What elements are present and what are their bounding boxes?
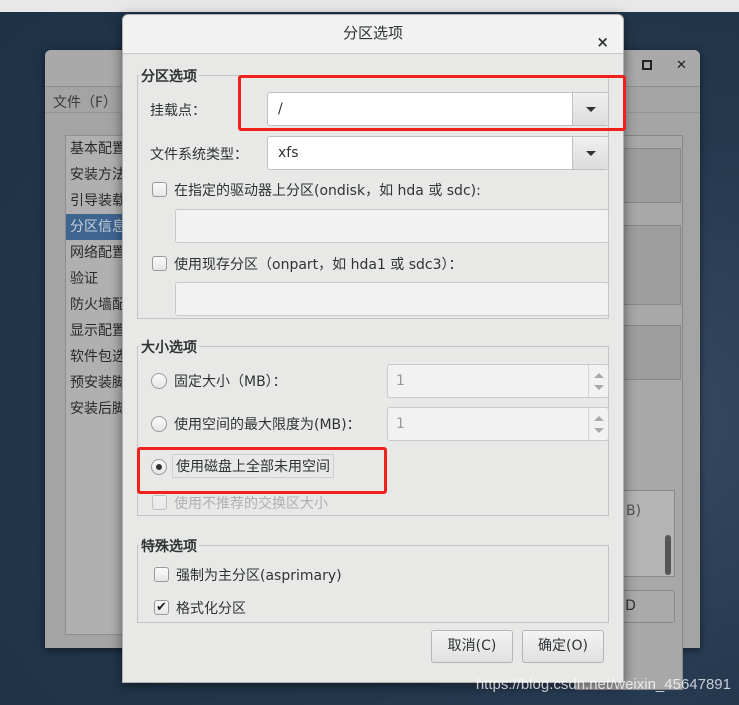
asprimary-label[interactable]: 强制为主分区(asprimary)	[176, 565, 342, 585]
highlight-box	[238, 75, 626, 131]
dialog-titlebar: 分区选项 ×	[123, 15, 623, 54]
section-title: 特殊选项	[139, 536, 199, 556]
fs-type-value: xfs	[278, 145, 299, 161]
onpart-label[interactable]: 使用现存分区（onpart，如 hda1 或 sdc3）：	[174, 254, 463, 274]
fixed-size-label[interactable]: 固定大小（MB）：	[174, 371, 287, 391]
max-size-value: 1	[396, 416, 405, 432]
arrow-up-icon[interactable]	[594, 416, 604, 421]
swap-checkbox[interactable]	[152, 495, 167, 510]
ondisk-label[interactable]: 在指定的驱动器上分区(ondisk，如 hda 或 sdc):	[174, 180, 481, 200]
spinner-arrows[interactable]	[588, 408, 608, 440]
close-icon[interactable]: ×	[596, 24, 609, 60]
fixed-size-spinner[interactable]: 1	[387, 364, 609, 398]
watermark: https://blog.csdn.net/weixin_45647891	[475, 676, 731, 693]
cancel-button[interactable]: 取消(C)	[431, 630, 513, 663]
checkmark-icon[interactable]: ✔	[154, 600, 169, 615]
dropdown-button[interactable]	[572, 137, 608, 169]
list-text: B)	[626, 503, 642, 519]
fs-type-label: 文件系统类型：	[150, 147, 248, 163]
mount-point-label: 挂载点：	[150, 103, 206, 119]
section-title: 大小选项	[139, 337, 199, 357]
fixed-size-radio[interactable]	[151, 373, 167, 389]
close-icon[interactable]: ✕	[676, 58, 687, 73]
scrollbar-thumb[interactable]	[665, 535, 671, 575]
maximize-icon[interactable]	[642, 60, 652, 70]
arrow-up-icon[interactable]	[594, 373, 604, 378]
dialog-title: 分区选项	[342, 24, 403, 42]
ondisk-input[interactable]	[175, 209, 609, 243]
onpart-checkbox[interactable]	[152, 256, 167, 271]
fs-type-combo[interactable]: xfs	[267, 136, 609, 170]
ok-button[interactable]: 确定(O)	[522, 630, 604, 663]
section-title: 分区选项	[139, 66, 199, 86]
top-panel	[0, 0, 739, 12]
arrow-down-icon[interactable]	[594, 428, 604, 433]
max-size-radio[interactable]	[151, 416, 167, 432]
format-label[interactable]: 格式化分区	[176, 598, 246, 618]
arrow-down-icon[interactable]	[594, 385, 604, 390]
onpart-input[interactable]	[175, 282, 609, 316]
spinner-arrows[interactable]	[588, 365, 608, 397]
fixed-size-value: 1	[396, 373, 405, 389]
chevron-down-icon	[586, 151, 596, 156]
ondisk-checkbox[interactable]	[152, 182, 167, 197]
asprimary-checkbox[interactable]	[154, 567, 169, 582]
highlight-box	[137, 447, 387, 494]
max-size-spinner[interactable]: 1	[387, 407, 609, 441]
max-size-label[interactable]: 使用空间的最大限度为(MB)：	[174, 414, 361, 434]
swap-label: 使用不推荐的交换区大小	[174, 496, 328, 512]
menu-file[interactable]: 文件（F）	[53, 92, 117, 112]
